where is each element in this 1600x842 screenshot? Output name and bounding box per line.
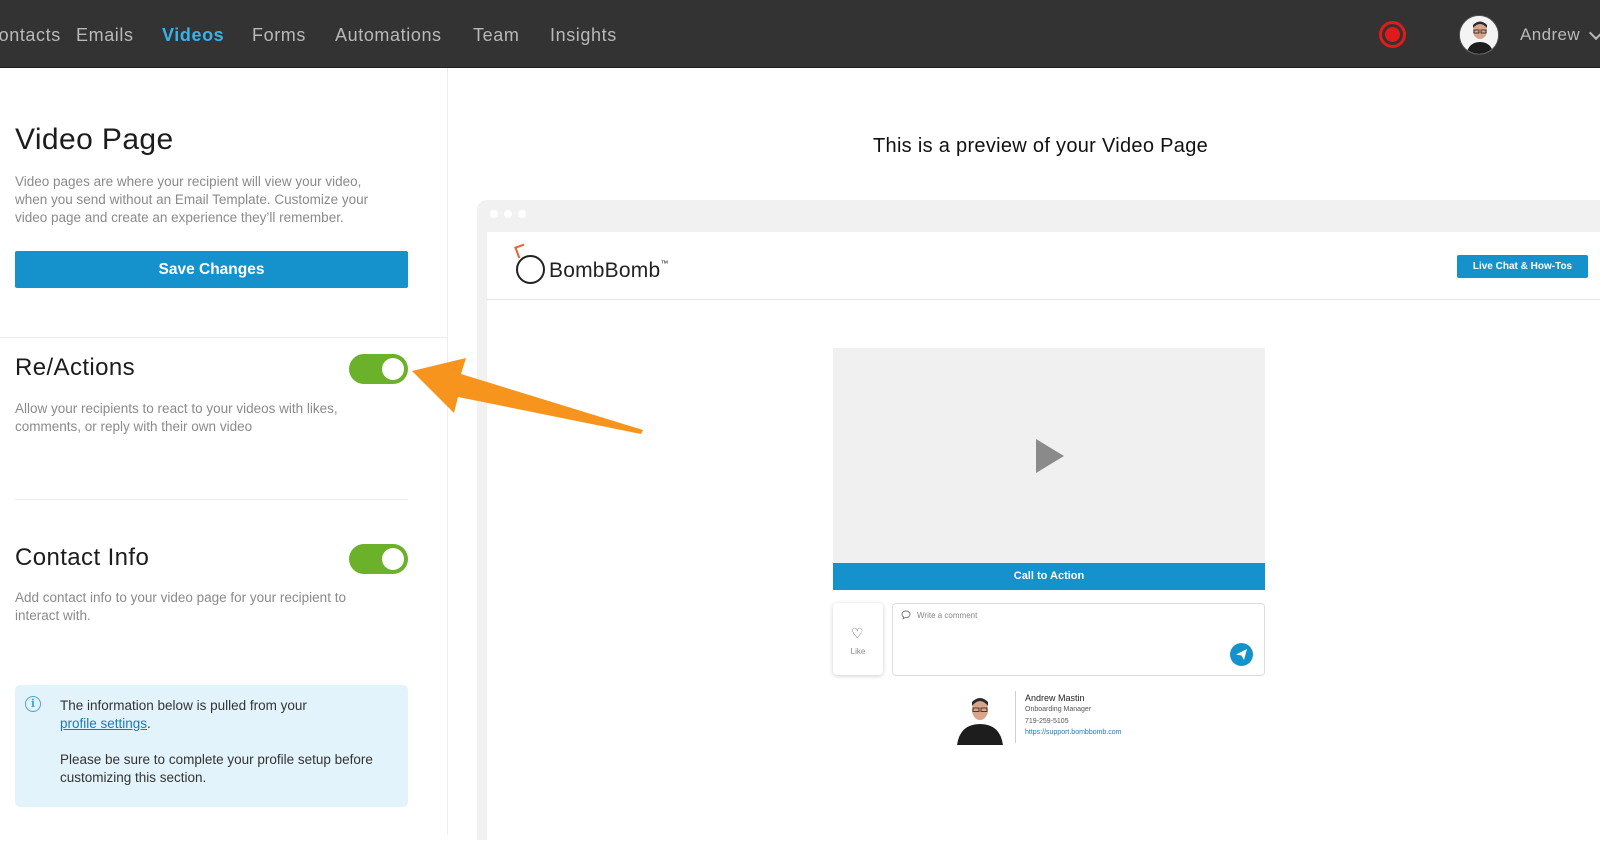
info-box: i The information below is pulled from y… <box>15 685 408 807</box>
toggle-knob <box>382 548 404 570</box>
logo-text: BombBomb <box>549 259 661 282</box>
chevron-down-icon[interactable] <box>1588 25 1600 41</box>
signature-phone[interactable]: 719-259-5105 <box>1025 718 1069 725</box>
window-dot <box>518 210 526 218</box>
info-line2: Please be sure to complete your profile … <box>60 752 373 785</box>
heart-icon: ♡ <box>851 625 864 641</box>
send-icon <box>1236 649 1247 660</box>
nav-team[interactable]: Team <box>473 25 519 46</box>
reactions-toggle[interactable] <box>349 354 408 384</box>
toggle-knob <box>382 358 404 380</box>
signature-divider <box>1015 691 1016 743</box>
call-to-action-button[interactable]: Call to Action <box>833 563 1265 590</box>
signature-photo <box>955 691 1005 745</box>
send-button[interactable] <box>1230 643 1253 666</box>
play-icon[interactable] <box>1036 439 1064 473</box>
info-line1-end: . <box>147 716 151 731</box>
divider <box>0 337 448 338</box>
window-dot <box>490 210 498 218</box>
nav-emails[interactable]: Emails <box>76 25 134 46</box>
reactions-description: Allow your recipients to react to your v… <box>15 401 338 434</box>
divider <box>15 499 408 500</box>
logo-tm: ™ <box>660 259 669 268</box>
live-chat-button[interactable]: Live Chat & How-Tos <box>1457 255 1588 278</box>
nav-videos[interactable]: Videos <box>162 25 224 46</box>
like-button[interactable]: ♡ Like <box>833 603 883 675</box>
logo: BombBomb™ <box>549 259 669 283</box>
nav-insights[interactable]: Insights <box>550 25 617 46</box>
contact-info-title: Contact Info <box>15 544 150 571</box>
window-dot <box>504 210 512 218</box>
record-icon[interactable] <box>1379 21 1406 48</box>
contact-info-description: Add contact info to your video page for … <box>15 590 346 623</box>
nav-automations[interactable]: Automations <box>335 25 442 46</box>
avatar[interactable] <box>1459 15 1499 55</box>
preview-header: BombBomb™ Live Chat & How-Tos <box>487 232 1600 300</box>
like-label: Like <box>850 647 866 656</box>
profile-settings-link[interactable]: profile settings <box>60 716 147 731</box>
reactions-title: Re/Actions <box>15 354 136 381</box>
annotation-arrow-icon <box>412 358 643 434</box>
preview-title: This is a preview of your Video Page <box>873 135 1209 157</box>
nav-forms[interactable]: Forms <box>252 25 306 46</box>
info-text: The information below is pulled from you… <box>60 697 390 787</box>
info-icon: i <box>25 696 41 712</box>
comment-placeholder: Write a comment <box>917 611 978 620</box>
browser-preview: BombBomb™ Live Chat & How-Tos Call to Ac… <box>477 200 1600 842</box>
comment-input[interactable]: Write a comment <box>892 603 1265 676</box>
page-description: Video pages are where your recipient wil… <box>15 174 369 225</box>
page-title: Video Page <box>15 123 174 156</box>
save-button[interactable]: Save Changes <box>15 251 408 288</box>
bomb-logo-icon <box>516 255 545 284</box>
video-player[interactable] <box>833 348 1265 563</box>
signature-title: Onboarding Manager <box>1025 706 1092 713</box>
signature-name: Andrew Mastin <box>1025 693 1085 703</box>
comment-icon <box>901 610 911 622</box>
top-nav: Contacts Emails Videos Forms Automations… <box>0 0 1600 68</box>
contact-info-toggle[interactable] <box>349 544 408 574</box>
nav-contacts[interactable]: Contacts <box>0 25 61 46</box>
signature-url[interactable]: https://support.bombbomb.com <box>1025 729 1122 736</box>
user-name[interactable]: Andrew <box>1520 25 1580 45</box>
settings-panel: Video Page Video pages are where your re… <box>0 68 448 835</box>
video-page-preview: BombBomb™ Live Chat & How-Tos Call to Ac… <box>487 232 1600 842</box>
info-line1: The information below is pulled from you… <box>60 698 307 713</box>
